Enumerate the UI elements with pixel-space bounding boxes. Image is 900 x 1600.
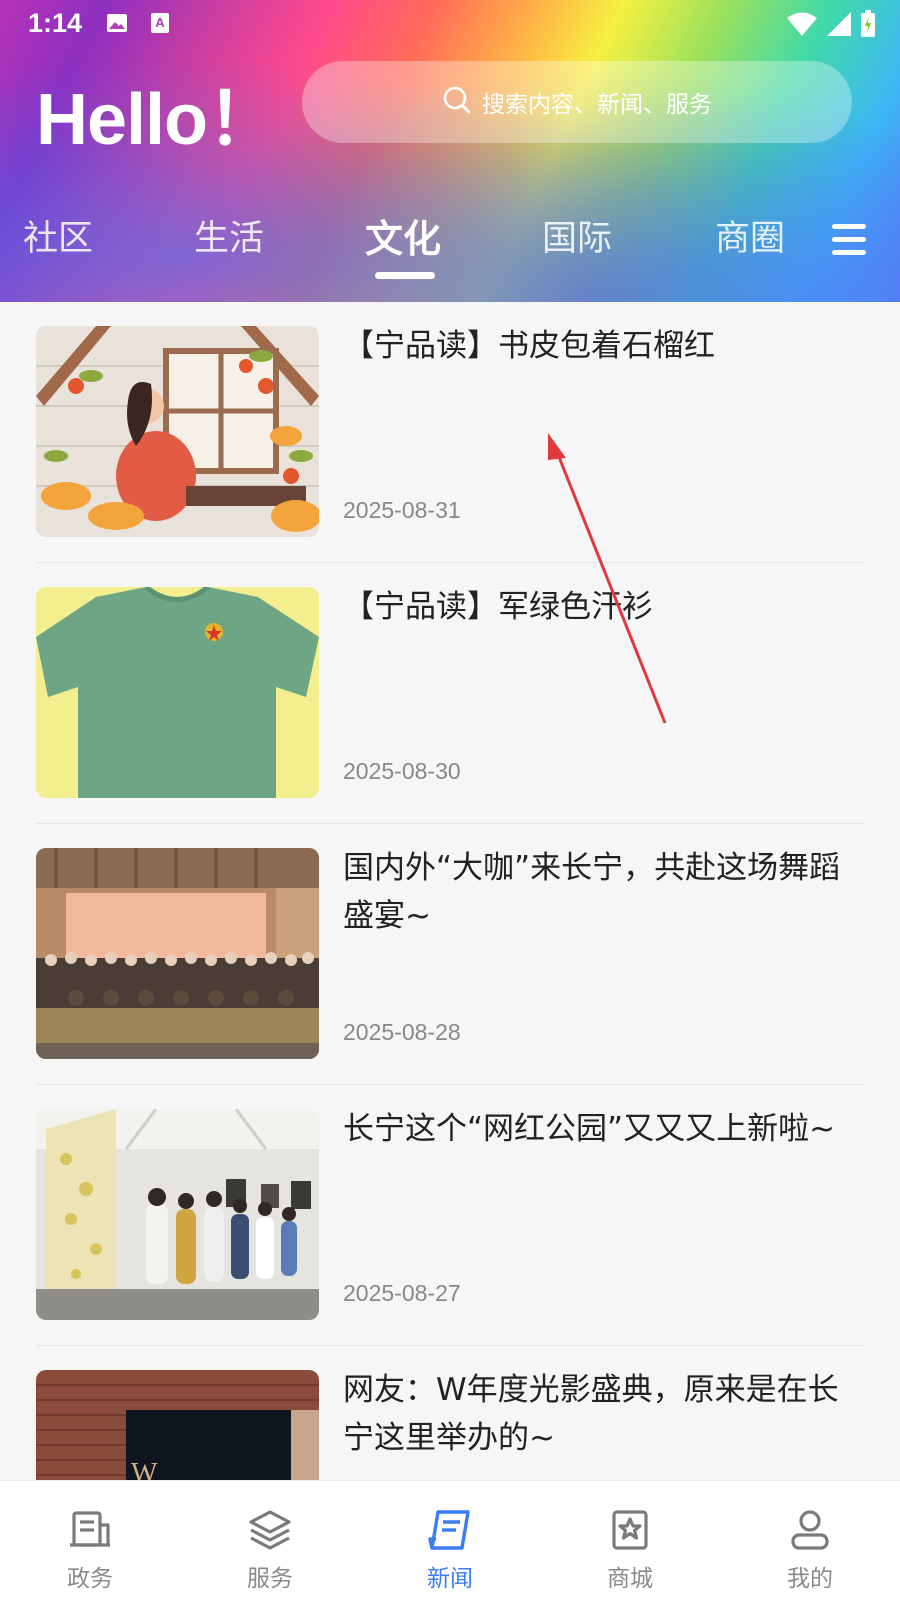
news-title: 国内外“大咖”来长宁，共赴这场舞蹈盛宴~ (343, 850, 841, 934)
news-title: 长宁这个“网红公园”又又又上新啦~ (343, 1111, 836, 1147)
nav-label: 新闻 (427, 1566, 473, 1592)
news-item[interactable]: 国内外“大咖”来长宁，共赴这场舞蹈盛宴~ 2025-08-28 (36, 824, 864, 1085)
menu-icon[interactable] (832, 224, 866, 256)
news-date: 2025-08-31 (343, 497, 461, 523)
news-thumbnail (36, 1109, 319, 1320)
search-placeholder: 搜索内容、新闻、服务 (482, 92, 712, 118)
text-a-icon: A (150, 12, 170, 38)
header-banner: 1:14 A Hello！ 搜索内容、新闻、服务 社区 生活 文化 国际 商圈 (0, 0, 900, 302)
nav-profile[interactable]: 我的 (730, 1481, 890, 1600)
news-title: 【宁品读】军绿色汗衫 (343, 589, 653, 625)
search-icon (442, 85, 472, 119)
status-time: 1:14 (28, 8, 83, 38)
news-thumbnail (36, 326, 319, 537)
news-date: 2025-08-28 (343, 1019, 461, 1045)
battery-icon (860, 10, 876, 42)
nav-label: 政务 (67, 1566, 113, 1592)
tab-culture[interactable]: 文化 (333, 208, 473, 263)
news-thumbnail (36, 848, 319, 1059)
news-item[interactable]: 【宁品读】书皮包着石榴红 2025-08-31 (36, 302, 864, 563)
status-bar: 1:14 A (0, 0, 900, 50)
news-item[interactable]: 长宁这个“网红公园”又又又上新啦~ 2025-08-27 (36, 1085, 864, 1346)
nav-shop[interactable]: 商城 (550, 1481, 710, 1600)
tab-life[interactable]: 生活 (159, 210, 299, 261)
svg-text:A: A (155, 15, 165, 30)
nav-label: 商城 (607, 1566, 653, 1592)
news-thumbnail (36, 587, 319, 798)
nav-label: 我的 (787, 1566, 833, 1592)
image-icon (106, 12, 128, 38)
news-date: 2025-08-27 (343, 1280, 461, 1306)
news-title: 【宁品读】书皮包着石榴红 (343, 328, 715, 364)
search-input[interactable]: 搜索内容、新闻、服务 (302, 61, 852, 143)
news-date: 2025-08-30 (343, 758, 461, 784)
news-list: 【宁品读】书皮包着石榴红 2025-08-31 【宁品读】军绿色汗衫 2025-… (36, 302, 864, 1600)
category-tabs: 社区 生活 文化 国际 商圈 (0, 210, 900, 280)
nav-label: 服务 (247, 1566, 293, 1592)
news-title: 网友：W年度光影盛典，原来是在长宁这里举办的~ (343, 1372, 839, 1456)
greeting-title: Hello！ (36, 80, 279, 160)
wifi-icon (786, 11, 818, 41)
nav-news[interactable]: 新闻 (370, 1481, 530, 1600)
tab-international[interactable]: 国际 (507, 210, 647, 261)
signal-icon (826, 11, 852, 41)
bottom-nav: 政务 服务 新闻 商城 我的 (0, 1480, 900, 1600)
nav-government[interactable]: 政务 (10, 1481, 170, 1600)
tab-business[interactable]: 商圈 (680, 210, 820, 261)
nav-services[interactable]: 服务 (190, 1481, 350, 1600)
news-item[interactable]: 【宁品读】军绿色汗衫 2025-08-30 (36, 563, 864, 824)
active-tab-indicator (375, 272, 435, 279)
tab-community[interactable]: 社区 (0, 210, 128, 261)
